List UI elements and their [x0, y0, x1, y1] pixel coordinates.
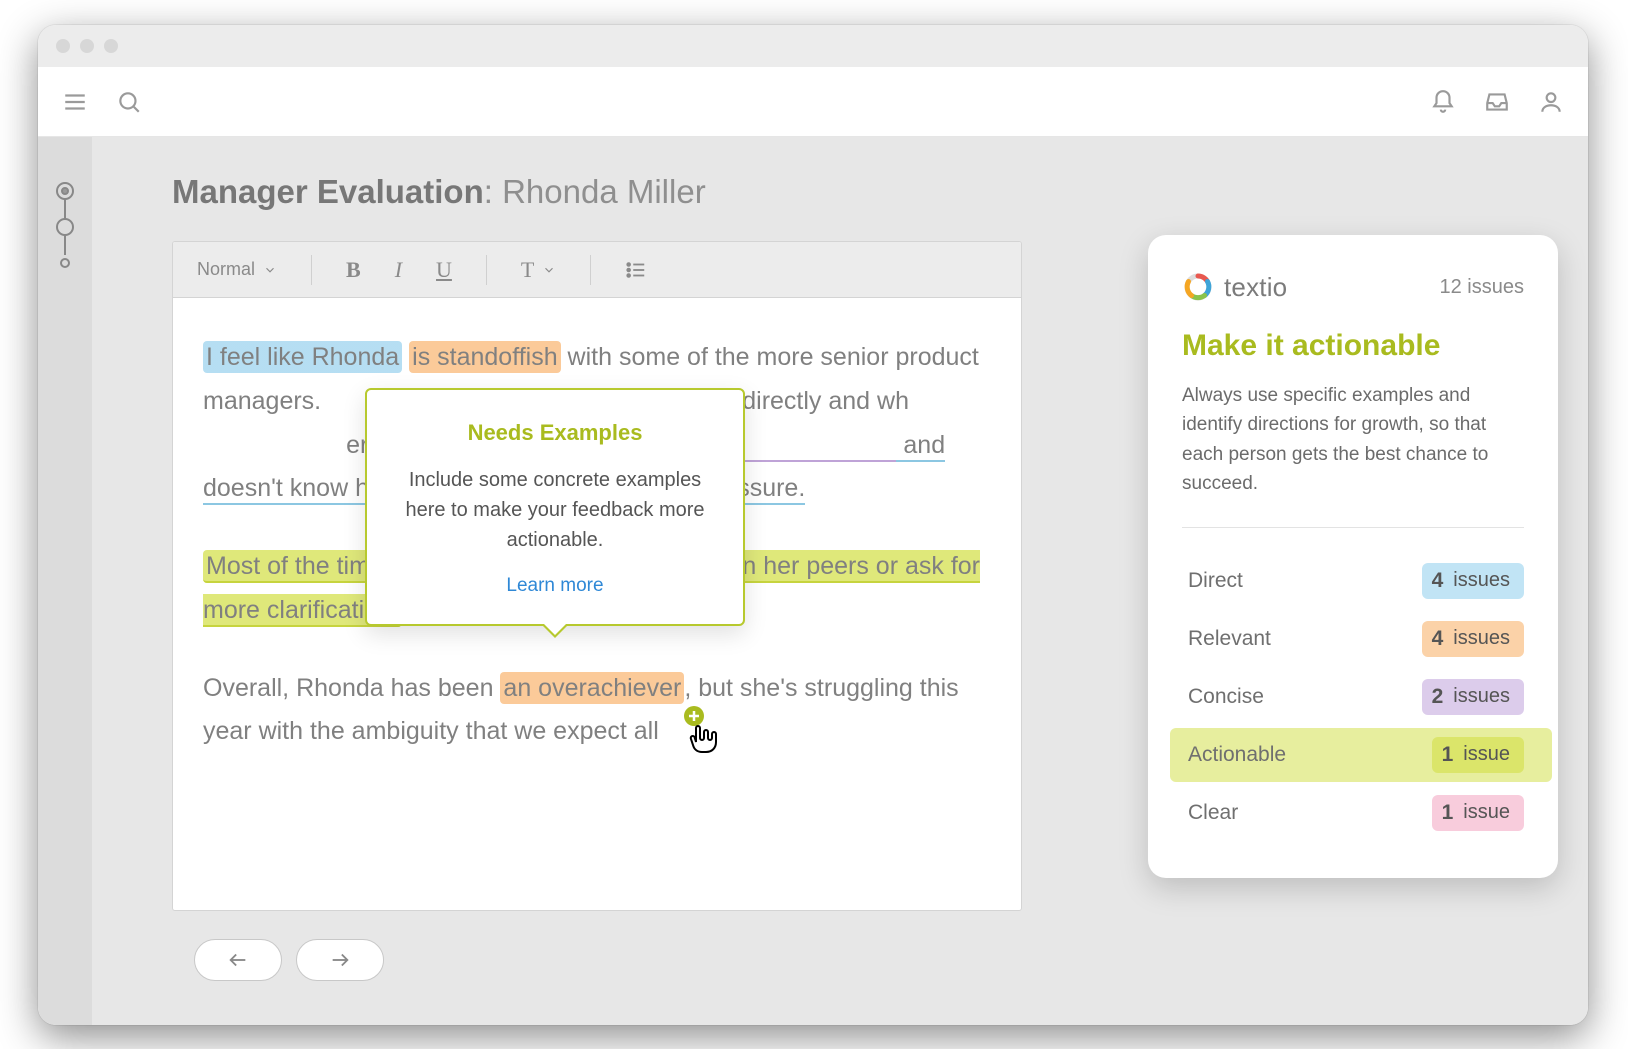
- progress-rail-icon: [52, 179, 78, 289]
- editor-toolbar: Normal B I U T: [173, 242, 1021, 298]
- style-dropdown[interactable]: Normal: [191, 255, 283, 284]
- issue-row-clear[interactable]: Clear 1issue: [1182, 784, 1524, 842]
- editor-body[interactable]: I feel like Rhonda is standoffish with s…: [173, 298, 1021, 910]
- badge-concise: 2issues: [1422, 679, 1524, 715]
- traffic-light-max[interactable]: [104, 39, 118, 53]
- topbar: [38, 67, 1588, 137]
- panel-title: Make it actionable: [1182, 329, 1524, 363]
- menu-icon[interactable]: [62, 89, 88, 115]
- chevron-down-icon: [542, 263, 556, 277]
- highlight-relevant[interactable]: is standoffish: [409, 341, 560, 373]
- tooltip-body: Include some concrete examples here to m…: [393, 465, 717, 555]
- suggestion-tooltip: Needs Examples Include some concrete exa…: [365, 388, 745, 626]
- app-window: Manager Evaluation: Rhonda Miller Normal…: [38, 25, 1588, 1025]
- next-button[interactable]: [296, 939, 384, 981]
- style-label: Normal: [197, 259, 255, 280]
- user-icon[interactable]: [1538, 89, 1564, 115]
- tooltip-title: Needs Examples: [393, 414, 717, 453]
- total-issues: 12 issues: [1440, 276, 1525, 299]
- traffic-light-min[interactable]: [80, 39, 94, 53]
- search-icon[interactable]: [116, 89, 142, 115]
- prev-button[interactable]: [194, 939, 282, 981]
- left-rail: [38, 137, 92, 1025]
- page-title-strong: Manager Evaluation: [172, 173, 484, 210]
- paragraph-3: Overall, Rhonda has been an overachiever…: [203, 667, 991, 755]
- inbox-icon[interactable]: [1484, 89, 1510, 115]
- badge-actionable: 1issue: [1432, 737, 1524, 773]
- page-title: Manager Evaluation: Rhonda Miller: [172, 173, 1588, 211]
- underline-button[interactable]: U: [430, 253, 458, 287]
- issue-row-direct[interactable]: Direct 4issues: [1182, 552, 1524, 610]
- bold-button[interactable]: B: [340, 253, 367, 287]
- badge-relevant: 4issues: [1422, 621, 1524, 657]
- textio-logo-icon: [1182, 271, 1214, 303]
- highlight-relevant-2[interactable]: an overachiever: [500, 672, 684, 704]
- brand: textio: [1182, 271, 1287, 303]
- panel-header: textio 12 issues: [1182, 271, 1524, 303]
- nav-arrows: [194, 939, 384, 981]
- page-title-rest: : Rhonda Miller: [484, 173, 706, 210]
- traffic-light-close[interactable]: [56, 39, 70, 53]
- chevron-down-icon: [263, 263, 277, 277]
- editor: Normal B I U T: [172, 241, 1022, 911]
- add-cursor-icon[interactable]: [680, 706, 722, 773]
- brand-text: textio: [1224, 272, 1287, 303]
- badge-direct: 4issues: [1422, 563, 1524, 599]
- italic-button[interactable]: I: [389, 253, 408, 287]
- list-button[interactable]: [619, 255, 653, 285]
- text-style-dropdown[interactable]: T: [515, 253, 562, 287]
- insights-panel: textio 12 issues Make it actionable Alwa…: [1148, 235, 1558, 878]
- window-titlebar: [38, 25, 1588, 67]
- badge-clear: 1issue: [1432, 795, 1524, 831]
- bell-icon[interactable]: [1430, 89, 1456, 115]
- panel-divider: [1182, 527, 1524, 528]
- tooltip-learn-more-link[interactable]: Learn more: [393, 569, 717, 602]
- highlight-direct[interactable]: I feel like Rhonda: [203, 341, 402, 373]
- issue-row-concise[interactable]: Concise 2issues: [1182, 668, 1524, 726]
- issue-row-relevant[interactable]: Relevant 4issues: [1182, 610, 1524, 668]
- panel-description: Always use specific examples and identif…: [1182, 381, 1524, 499]
- issue-row-actionable[interactable]: Actionable 1issue: [1182, 726, 1524, 784]
